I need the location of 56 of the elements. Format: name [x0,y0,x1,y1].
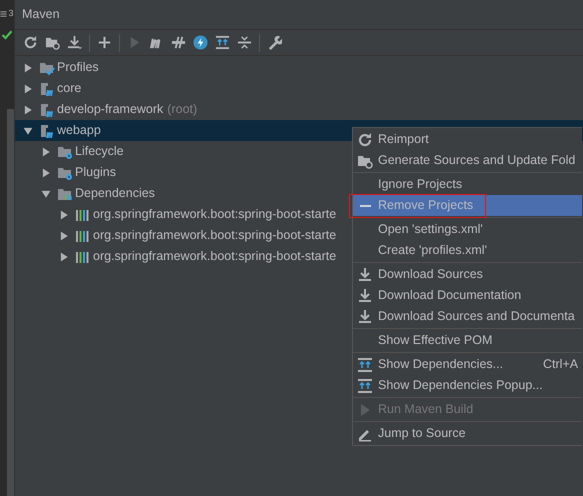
tree-item[interactable]: Lifecycle [75,142,124,161]
module-icon [39,80,55,96]
menu-item[interactable]: Download Sources and Documenta [353,306,582,327]
refresh-icon [357,132,373,148]
tree-item[interactable]: core [57,79,82,98]
download-icon [357,308,373,324]
expand-arrow-icon[interactable] [59,230,69,240]
wrench-button[interactable] [267,35,282,50]
tree-item[interactable]: Profiles [57,58,99,77]
menu-item[interactable]: Jump to Source [353,423,582,444]
tree-item[interactable]: org.springframework.boot:spring-boot-starte [93,247,336,266]
expand-button[interactable] [215,35,230,50]
menu-item[interactable]: Download Documentation [353,285,582,306]
download-icon [357,288,373,304]
expand-arrow-icon[interactable] [23,62,33,72]
tree-item-note: (root) [167,101,198,118]
tree-item[interactable]: Dependencies [75,184,155,203]
expand-arrow-icon[interactable] [23,104,33,114]
expand-arrow-icon[interactable] [59,252,69,262]
download-button[interactable] [67,35,82,50]
panel-title: Maven [22,6,60,24]
menu-item[interactable]: Show Dependencies... Ctrl+A [353,354,582,375]
menu-item[interactable]: Create 'profiles.xml' [353,240,582,261]
menu-item: Run Maven Build [353,399,582,420]
module-icon [39,102,55,118]
refresh-button[interactable] [23,35,38,50]
tree-item[interactable]: develop-framework [57,100,164,119]
menu-item[interactable]: Show Effective POM [353,330,582,351]
expand-arrow-icon[interactable] [59,210,69,220]
shortcut-text: Ctrl+A [543,356,578,374]
skip-button[interactable] [171,35,186,50]
tree-item[interactable]: org.springframework.boot:spring-boot-starte [93,226,336,245]
expand-icon [357,356,373,372]
expand-arrow-icon[interactable] [41,146,51,156]
minus-icon [360,204,370,206]
lightning-circle-button[interactable] [193,35,208,50]
menu-item[interactable]: Show Dependencies Popup... [353,375,582,396]
expand-arrow-icon[interactable] [41,168,51,178]
collapse-button[interactable] [237,35,252,50]
list-icon [0,10,8,18]
module-icon [39,122,55,138]
expand-arrow-icon[interactable] [23,84,33,94]
menu-item[interactable]: Download Sources [353,264,582,285]
expand-icon [357,378,373,394]
tool-window-number: 3 [8,7,14,20]
menu-item[interactable]: Generate Sources and Update Fold [353,150,582,171]
tree-item[interactable]: webapp [57,121,101,140]
menu-item[interactable]: Open 'settings.xml' [353,219,582,240]
menu-item[interactable]: Ignore Projects [353,174,582,195]
collapse-arrow-icon[interactable] [23,126,33,136]
collapse-arrow-icon[interactable] [41,188,51,198]
plus-button[interactable] [97,35,112,50]
download-icon [357,266,373,282]
tree-item[interactable]: org.springframework.boot:spring-boot-starte [93,205,336,224]
folder-refresh-button[interactable] [45,35,60,50]
tree-item[interactable]: Plugins [75,163,116,182]
